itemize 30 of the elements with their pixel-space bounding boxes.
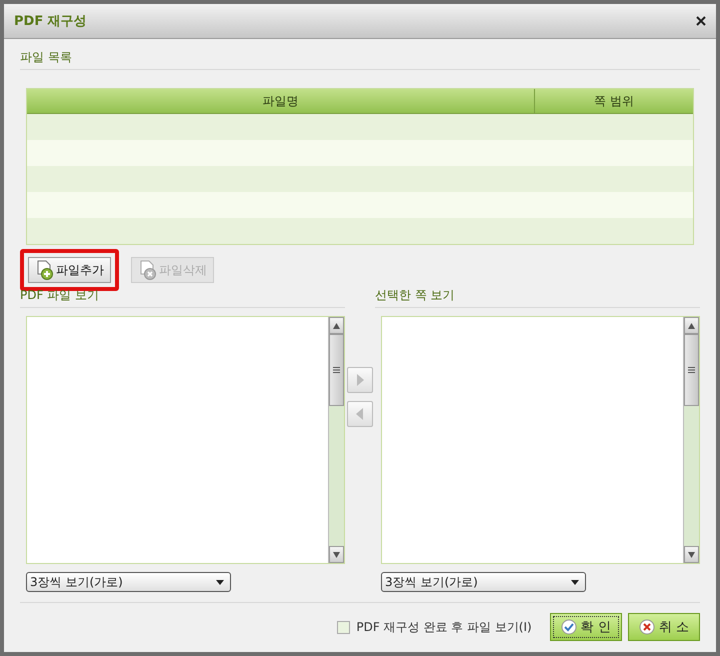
section-label: 파일 목록 [20,50,72,64]
down-arrow-icon[interactable] [688,552,695,558]
checkbox[interactable] [337,620,350,634]
up-arrow-icon[interactable] [333,322,340,328]
section-label: 선택한 쪽 보기 [375,288,455,302]
left-arrow-icon [355,408,365,420]
cancel-button[interactable]: 취 소 [628,613,700,641]
view-mode-dropdown[interactable]: 3장씩 보기(가로) [381,572,586,592]
dropdown-arrow-icon [216,580,224,584]
add-file-button[interactable]: 파일추가 [28,257,111,283]
down-arrow-icon[interactable] [333,552,340,558]
section-label: PDF 파일 보기 [20,288,100,302]
up-arrow-icon[interactable] [688,322,695,328]
right-arrow-icon [355,374,365,386]
scrollbar[interactable] [328,317,344,563]
ok-button[interactable]: 확 인 [550,613,622,641]
column-header[interactable]: 쪽 범위 [535,89,693,113]
delete-file-icon [138,260,158,280]
column-header[interactable]: 파일명 [27,89,535,113]
grip-icon[interactable] [688,367,695,373]
add-file-icon [35,260,55,280]
dropdown-arrow-icon [571,580,579,584]
close-icon[interactable] [696,16,706,26]
window-title: PDF 재구성 [14,13,87,30]
scrollbar[interactable] [683,317,699,563]
checkbox-label[interactable]: PDF 재구성 완료 후 파일 보기(I) [356,618,532,636]
view-mode-dropdown[interactable]: 3장씩 보기(가로) [26,572,231,592]
check-circle-icon [560,619,577,635]
x-circle-icon [638,619,655,635]
grip-icon[interactable] [333,367,340,373]
